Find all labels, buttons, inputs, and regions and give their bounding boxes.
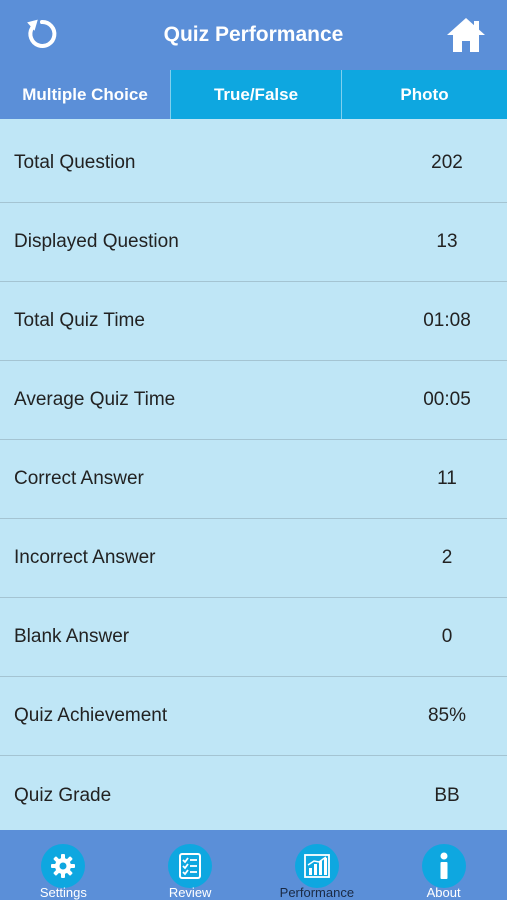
- tab-true-false[interactable]: True/False: [170, 70, 341, 119]
- nav-performance[interactable]: Performance: [254, 830, 381, 900]
- refresh-back-icon: [27, 19, 57, 48]
- stat-value: 2: [441, 547, 453, 568]
- nav-label: Performance: [279, 885, 355, 900]
- stat-value: 11: [437, 468, 457, 489]
- stat-row-quiz-achievement: Quiz Achievement 85%: [0, 677, 507, 756]
- stats-list: Total Question 202 Displayed Question 13…: [0, 124, 507, 835]
- stat-label: Correct Answer: [14, 468, 144, 489]
- stat-row-total-question: Total Question 202: [0, 124, 507, 203]
- stat-row-quiz-grade: Quiz Grade BB: [0, 756, 507, 835]
- stat-value: 85%: [427, 705, 467, 726]
- nav-label: About: [426, 885, 461, 900]
- stat-label: Quiz Achievement: [14, 705, 168, 726]
- nav-label: Settings: [39, 885, 87, 900]
- tab-photo[interactable]: Photo: [341, 70, 507, 119]
- quiz-performance-screen: Quiz Performance Multiple Choice True/Fa…: [0, 0, 507, 900]
- stat-label: Incorrect Answer: [14, 547, 156, 568]
- home-button[interactable]: [443, 12, 489, 58]
- bar-chart-icon: [303, 854, 330, 878]
- stat-row-displayed-question: Displayed Question 13: [0, 203, 507, 282]
- back-button[interactable]: [20, 12, 64, 56]
- top-bar: Quiz Performance: [0, 0, 507, 70]
- nav-review[interactable]: Review: [127, 830, 254, 900]
- bottom-nav: Settings Review Performance About: [0, 830, 507, 900]
- page-title: Quiz Performance: [163, 23, 344, 46]
- home-icon: [447, 18, 485, 52]
- stat-value: 00:05: [423, 389, 471, 410]
- stat-label: Total Question: [14, 152, 136, 173]
- stat-value: BB: [434, 784, 460, 806]
- checklist-icon: [179, 853, 202, 879]
- stat-label: Average Quiz Time: [14, 389, 176, 410]
- stat-row-average-quiz-time: Average Quiz Time 00:05: [0, 361, 507, 440]
- info-icon: [440, 852, 448, 879]
- stat-value: 01:08: [423, 310, 471, 331]
- nav-label: Review: [168, 885, 212, 900]
- stat-label: Blank Answer: [14, 626, 130, 647]
- stat-value: 13: [436, 231, 458, 252]
- quiz-type-tabs: Multiple Choice True/False Photo: [0, 70, 507, 119]
- stat-row-correct-answer: Correct Answer 11: [0, 440, 507, 519]
- stat-label: Total Quiz Time: [14, 310, 145, 331]
- tab-multiple-choice[interactable]: Multiple Choice: [0, 70, 170, 119]
- stat-label: Displayed Question: [14, 231, 179, 252]
- stat-value: 202: [431, 152, 463, 173]
- nav-settings[interactable]: Settings: [0, 830, 127, 900]
- gear-icon: [51, 854, 76, 878]
- stat-row-incorrect-answer: Incorrect Answer 2: [0, 519, 507, 598]
- nav-about[interactable]: About: [380, 830, 507, 900]
- stat-label: Quiz Grade: [14, 784, 112, 806]
- stat-row-total-quiz-time: Total Quiz Time 01:08: [0, 282, 507, 361]
- stat-value: 0: [441, 626, 453, 647]
- stat-row-blank-answer: Blank Answer 0: [0, 598, 507, 677]
